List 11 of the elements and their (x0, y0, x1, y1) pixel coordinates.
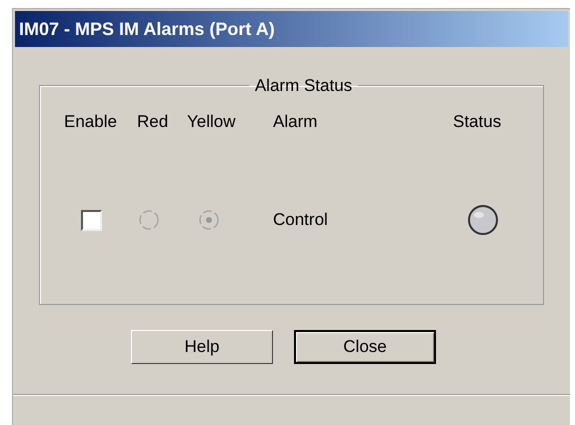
column-header: Alarm (273, 112, 318, 130)
column-header: Yellow (187, 112, 236, 130)
group-title: Alarm Status (254, 75, 354, 97)
checkbox[interactable] (81, 210, 102, 230)
column-header: Red (137, 112, 168, 130)
column-header: Enable (64, 112, 117, 130)
window-title: IM07 - MPS IM Alarms (Port A) (15, 11, 568, 47)
alarm-name: Control (273, 210, 328, 230)
column-header: Status (453, 112, 502, 130)
dialog-button[interactable]: Help (131, 330, 273, 364)
dialog-button[interactable]: Close (294, 330, 436, 364)
